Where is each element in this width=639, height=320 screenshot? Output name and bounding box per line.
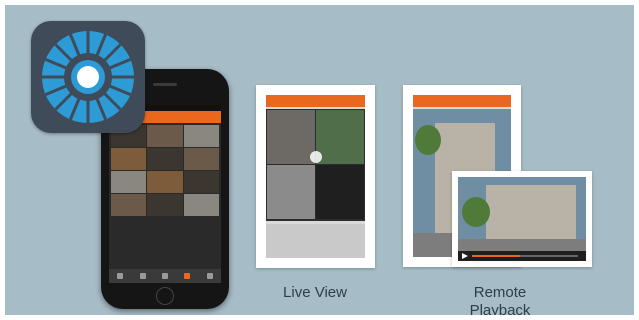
playback-landscape-video (458, 177, 586, 261)
live-view-controls (266, 224, 365, 258)
camera-tile[interactable] (147, 194, 183, 216)
home-button (156, 287, 174, 305)
live-view-caption: Live View (283, 284, 347, 301)
camera-tile[interactable] (147, 148, 183, 170)
bottom-toolbar (109, 269, 221, 283)
live-view-header (266, 95, 365, 107)
play-icon[interactable] (462, 253, 468, 259)
camera-tile[interactable] (316, 165, 364, 219)
camera-tile[interactable] (183, 194, 219, 216)
remote-caption-line2: Playback (469, 302, 531, 315)
camera-tile[interactable] (183, 148, 219, 170)
promo-canvas: Live View Remote Playback (5, 5, 634, 315)
remote-playback-caption: Remote Playback (445, 284, 555, 315)
playback-progress-fill (472, 255, 520, 257)
playback-landscape-screen (458, 177, 586, 261)
tree-image (415, 125, 441, 155)
live-view-cameras (266, 109, 365, 221)
live-view-screen (266, 95, 365, 258)
touch-indicator (310, 151, 322, 163)
remote-caption-line1: Remote (473, 284, 527, 301)
toolbar-settings-icon[interactable] (206, 273, 213, 279)
camera-tile[interactable] (183, 125, 219, 147)
phone-speaker (153, 83, 177, 86)
camera-tile[interactable] (316, 110, 364, 164)
camera-grid (109, 123, 221, 218)
playback-portrait-header (413, 95, 511, 107)
camera-tile[interactable] (111, 194, 147, 216)
playback-progress[interactable] (472, 255, 578, 257)
camera-tile[interactable] (111, 171, 147, 193)
camera-tile[interactable] (147, 171, 183, 193)
tree-image (462, 197, 490, 227)
toolbar-user-icon[interactable] (161, 273, 168, 279)
toolbar-camera-icon[interactable] (117, 273, 124, 279)
camera-tile[interactable] (267, 165, 315, 219)
building-image (486, 185, 576, 241)
camera-tile[interactable] (183, 171, 219, 193)
live-view-screenshot (256, 85, 375, 268)
camera-tile[interactable] (111, 148, 147, 170)
remote-playback-landscape (452, 171, 592, 267)
segmented-dial-icon (42, 31, 134, 123)
camera-app-icon[interactable] (31, 21, 145, 133)
toolbar-grid-icon[interactable] (139, 273, 146, 279)
camera-tile[interactable] (147, 125, 183, 147)
playback-controls (458, 251, 586, 261)
toolbar-playback-icon[interactable] (184, 273, 191, 279)
camera-tile[interactable] (267, 110, 315, 164)
